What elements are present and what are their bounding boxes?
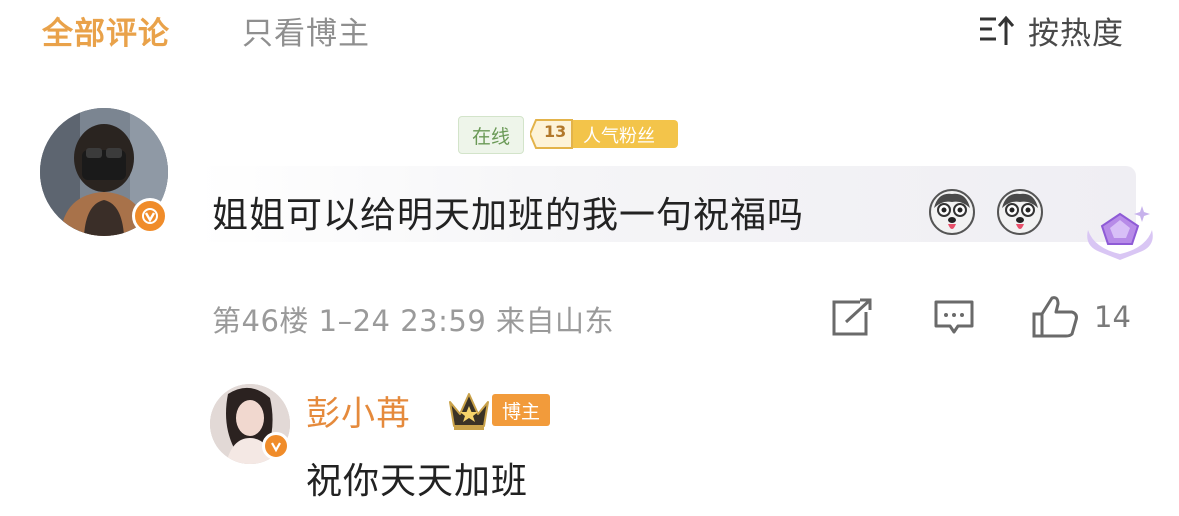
sort-label: 按热度 — [1028, 16, 1124, 52]
verified-v-icon — [132, 198, 168, 234]
reply-text: 祝你天天加班 — [306, 461, 529, 502]
verified-v-icon — [262, 432, 290, 460]
fan-badge-label: 人气粉丝 — [583, 126, 655, 147]
like-icon[interactable] — [1030, 294, 1080, 340]
gem-icon — [1087, 206, 1153, 260]
blogger-badge: 博主 — [492, 394, 550, 426]
husky-emoji-icon — [997, 189, 1043, 235]
fan-badge-level: 13 — [544, 122, 567, 141]
sort-icon — [980, 15, 1015, 45]
like-count: 14 — [1094, 300, 1131, 334]
comment-section: 全部评论 只看博主 按热度 在线 13 人气粉丝 姐姐可以给明天加班的我一句祝福… — [0, 0, 1179, 516]
comment-text: 姐姐可以给明天加班的我一句祝福吗 — [212, 195, 805, 236]
sort-button[interactable]: 按热度 — [976, 8, 1124, 53]
crown-icon — [449, 393, 489, 430]
comment-icon[interactable] — [932, 298, 976, 338]
reply-username[interactable]: 彭小苒 — [306, 386, 411, 435]
tab-all-comments[interactable]: 全部评论 — [42, 8, 170, 53]
husky-emoji-icon — [929, 189, 975, 235]
share-icon[interactable] — [830, 298, 874, 338]
comment-meta: 第46楼 1–24 23:59 来自山东 — [212, 304, 614, 338]
tab-blogger-only[interactable]: 只看博主 — [242, 8, 370, 53]
online-badge: 在线 — [458, 116, 524, 154]
